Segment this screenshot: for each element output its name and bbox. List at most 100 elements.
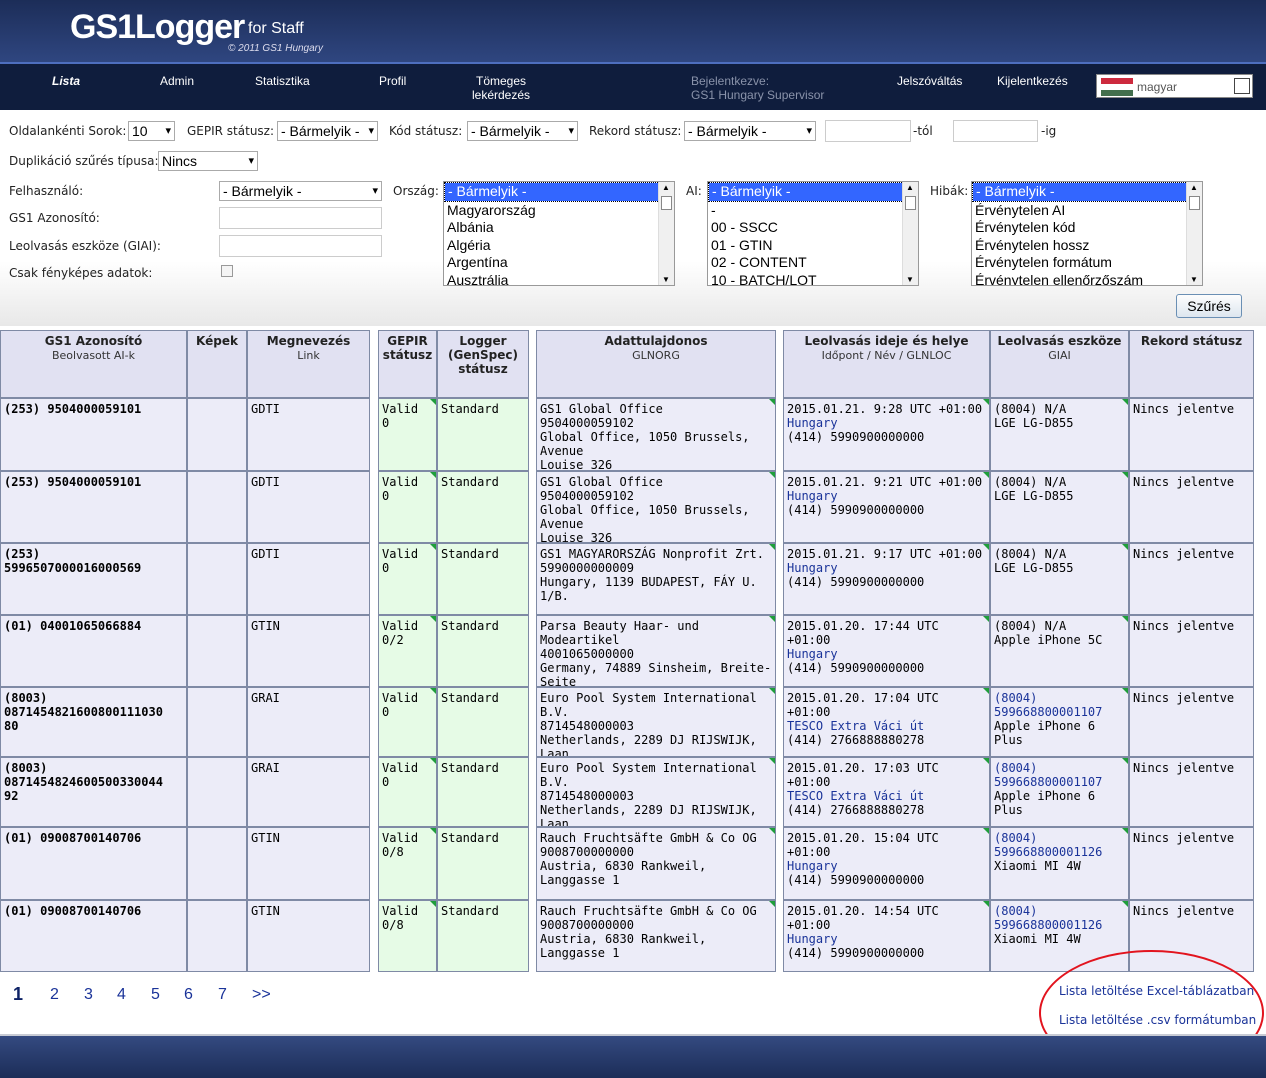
list-item[interactable]: Albánia bbox=[444, 219, 674, 237]
header-col-gs1-id[interactable]: GS1 Azonosító Beolvasott AI-k bbox=[0, 330, 187, 398]
read-place-link[interactable]: TESCO Extra Váci út bbox=[787, 789, 986, 803]
cell-name: GRAI bbox=[247, 757, 370, 827]
name-link-text: GRAI bbox=[251, 761, 280, 775]
list-item[interactable]: Ausztrália bbox=[444, 272, 674, 286]
list-item[interactable]: 01 - GTIN bbox=[708, 237, 918, 255]
read-place-link[interactable]: Hungary bbox=[787, 859, 986, 873]
scrollbar[interactable]: ▲ ▼ bbox=[902, 182, 918, 285]
list-item[interactable]: Érvénytelen kód bbox=[972, 219, 1202, 237]
cell-record-status: Nincs jelentve bbox=[1129, 757, 1254, 827]
pagination-page[interactable]: 1 bbox=[13, 984, 23, 1005]
nav-item-profil[interactable]: Profil bbox=[379, 74, 406, 88]
list-item[interactable]: - Bármelyik - bbox=[972, 182, 1202, 202]
date-from-input[interactable] bbox=[825, 120, 911, 142]
list-item[interactable]: - bbox=[708, 202, 918, 220]
device-giai-input[interactable] bbox=[219, 235, 382, 257]
device-link[interactable]: 599668800001126 bbox=[994, 845, 1125, 859]
device-link[interactable]: (8004) bbox=[994, 761, 1125, 775]
record-status-text: Nincs jelentve bbox=[1133, 761, 1235, 775]
nav-item-admin[interactable]: Admin bbox=[160, 74, 194, 88]
record-status-select[interactable]: - Bármelyik - bbox=[684, 121, 816, 141]
owner-text: Global Office, 1050 Brussels, Avenue bbox=[540, 503, 750, 531]
header-col-record-status[interactable]: Rekord státusz bbox=[1129, 330, 1254, 398]
device-link[interactable]: (8004) bbox=[994, 831, 1125, 845]
pagination-page[interactable]: 4 bbox=[117, 986, 126, 1004]
scrollbar[interactable]: ▲ ▼ bbox=[658, 182, 674, 285]
owner-text: 9504000059102 bbox=[540, 416, 634, 430]
read-place-link[interactable]: Hungary bbox=[787, 647, 986, 661]
device-link[interactable]: (8004) bbox=[994, 691, 1125, 705]
list-item[interactable]: 02 - CONTENT bbox=[708, 254, 918, 272]
language-select[interactable]: magyar ▼ bbox=[1096, 74, 1253, 98]
date-to-input[interactable] bbox=[953, 120, 1038, 142]
read-gln-text: (414) 2766888880278 bbox=[787, 733, 925, 747]
ai-listbox[interactable]: - Bármelyik - - 00 - SSCC 01 - GTIN 02 -… bbox=[707, 181, 919, 286]
name-link-text: GTIN bbox=[251, 619, 280, 633]
device-model-text: Apple iPhone 6 Plus bbox=[994, 789, 1096, 817]
header-col-gepir-status[interactable]: GEPIR státusz bbox=[378, 330, 437, 398]
header-title: Logger (GenSpec) státusz bbox=[448, 334, 518, 376]
cell-gepir-status: Valid 0 bbox=[378, 757, 437, 827]
list-item[interactable]: Érvénytelen AI bbox=[972, 202, 1202, 220]
nav-logout[interactable]: Kijelentkezés bbox=[997, 74, 1068, 88]
header-col-logger-status[interactable]: Logger (GenSpec) státusz bbox=[437, 330, 529, 398]
gepir-status-select[interactable]: - Bármelyik - bbox=[277, 121, 378, 141]
header-title: Megnevezés bbox=[266, 334, 351, 348]
read-place-link[interactable]: Hungary bbox=[787, 416, 986, 430]
read-time-text: 2015.01.20. 14:54 UTC +01:00 bbox=[787, 904, 939, 932]
duplication-filter-select[interactable]: Nincs bbox=[158, 151, 258, 171]
list-item[interactable]: Érvénytelen formátum bbox=[972, 254, 1202, 272]
photo-only-checkbox[interactable] bbox=[221, 265, 233, 277]
pagination-next[interactable]: >> bbox=[252, 986, 271, 1004]
header-subtitle: GIAI bbox=[1048, 349, 1071, 362]
cell-name: GDTI bbox=[247, 398, 370, 471]
nav-item-tomeges[interactable]: Tömeges bbox=[476, 74, 526, 88]
list-item[interactable]: Algéria bbox=[444, 237, 674, 255]
pagination-page[interactable]: 3 bbox=[84, 986, 93, 1004]
gs1-id-input[interactable] bbox=[219, 207, 382, 229]
read-place-link[interactable]: TESCO Extra Váci út bbox=[787, 719, 986, 733]
pagination-page[interactable]: 6 bbox=[184, 986, 193, 1004]
list-item[interactable]: 00 - SSCC bbox=[708, 219, 918, 237]
record-status-text: Nincs jelentve bbox=[1133, 547, 1235, 561]
nav-item-lekerdezes[interactable]: lekérdezés bbox=[472, 88, 530, 102]
list-item[interactable]: 10 - BATCH/LOT bbox=[708, 272, 918, 286]
nav-item-lista[interactable]: Lista bbox=[52, 74, 80, 88]
device-link[interactable]: 599668800001107 bbox=[994, 775, 1125, 789]
pagination-page[interactable]: 2 bbox=[50, 986, 59, 1004]
list-item[interactable]: Érvénytelen hossz bbox=[972, 237, 1202, 255]
nav-item-statisztika[interactable]: Statisztika bbox=[255, 74, 310, 88]
list-item[interactable]: Argentína bbox=[444, 254, 674, 272]
list-item[interactable]: - Bármelyik - bbox=[708, 182, 918, 202]
gs1-id-text: (8003) bbox=[4, 761, 48, 775]
read-place-link[interactable]: Hungary bbox=[787, 489, 986, 503]
user-select[interactable]: - Bármelyik - bbox=[219, 181, 382, 201]
gs1-id-text: (253) 9504000059101 bbox=[4, 402, 142, 416]
header-col-images[interactable]: Képek bbox=[187, 330, 247, 398]
list-item[interactable]: Érvénytelen ellenőrzőszám bbox=[972, 272, 1202, 286]
header-col-read-device[interactable]: Leolvasás eszköze GIAI bbox=[990, 330, 1129, 398]
device-link[interactable]: (8004) bbox=[994, 904, 1125, 918]
filter-button[interactable]: Szűrés bbox=[1176, 294, 1242, 318]
errors-listbox[interactable]: - Bármelyik - Érvénytelen AI Érvénytelen… bbox=[971, 181, 1203, 286]
header-col-read-time-place[interactable]: Leolvasás ideje és helye Időpont / Név / … bbox=[783, 330, 990, 398]
header-col-name[interactable]: Megnevezés Link bbox=[247, 330, 370, 398]
read-place-link[interactable]: Hungary bbox=[787, 561, 986, 575]
header-col-owner[interactable]: Adattulajdonos GLNORG bbox=[536, 330, 776, 398]
country-listbox[interactable]: - Bármelyik - Magyarország Albánia Algér… bbox=[443, 181, 675, 286]
code-status-select[interactable]: - Bármelyik - bbox=[467, 121, 578, 141]
device-link[interactable]: 599668800001107 bbox=[994, 705, 1125, 719]
app-logo[interactable]: GS1Logger bbox=[70, 8, 245, 47]
scrollbar[interactable]: ▲ ▼ bbox=[1186, 182, 1202, 285]
list-item[interactable]: - Bármelyik - bbox=[444, 182, 674, 202]
pagination-page[interactable]: 5 bbox=[151, 986, 160, 1004]
nav-password-change[interactable]: Jelszóváltás bbox=[897, 74, 962, 88]
rows-per-page-select[interactable]: 10 bbox=[128, 121, 175, 141]
device-link[interactable]: 599668800001126 bbox=[994, 918, 1125, 932]
cell-owner: GS1 Global Office 9504000059102 Global Off… bbox=[536, 471, 776, 543]
chevron-down-icon[interactable]: ▼ bbox=[1234, 78, 1250, 94]
list-item[interactable]: Magyarország bbox=[444, 202, 674, 220]
read-place-link[interactable]: Hungary bbox=[787, 932, 986, 946]
pagination-page[interactable]: 7 bbox=[218, 986, 227, 1004]
owner-text: Rauch Fruchtsäfte GmbH & Co OG bbox=[540, 831, 757, 845]
